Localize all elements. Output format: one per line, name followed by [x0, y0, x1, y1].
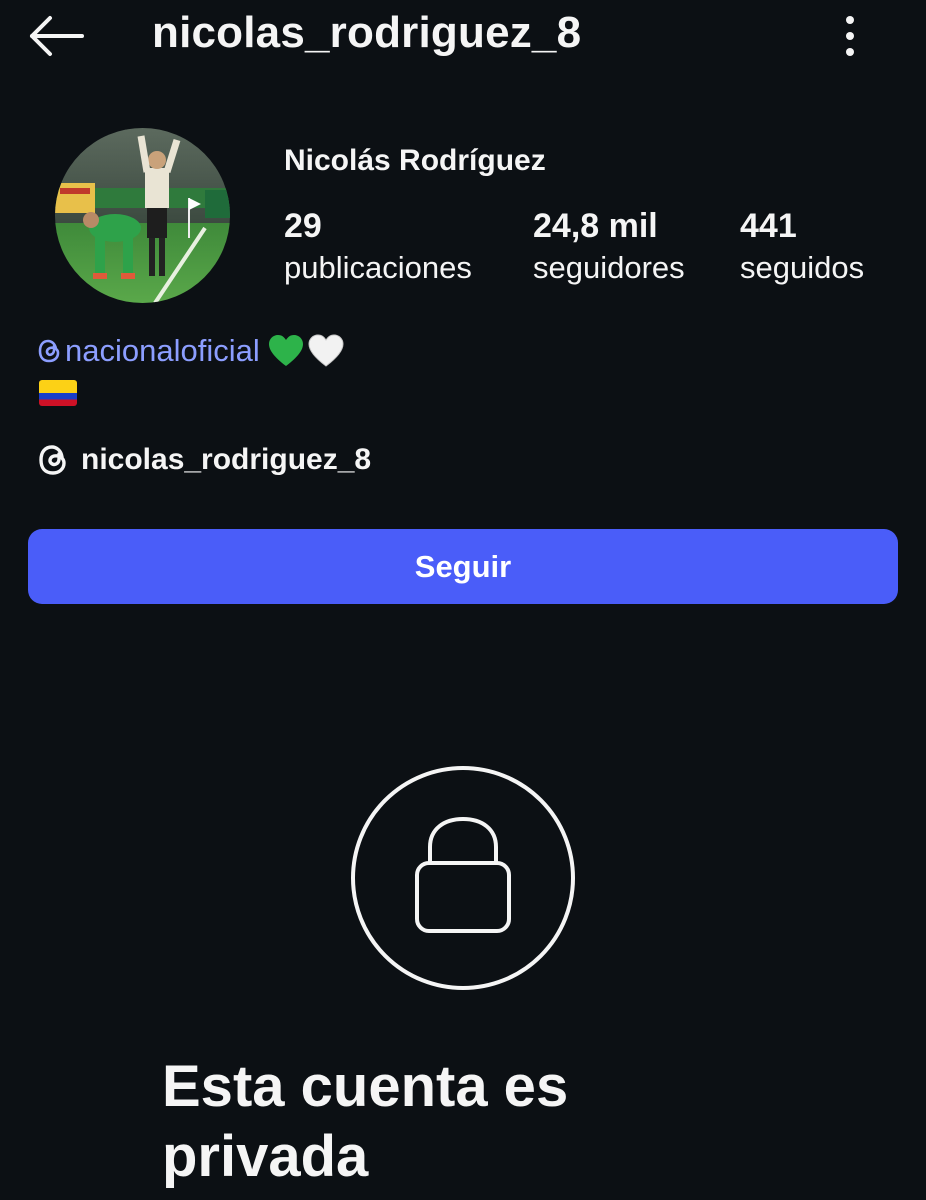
arrow-left-icon	[30, 16, 84, 56]
threads-profile-link[interactable]: nicolas_rodriguez_8	[37, 442, 371, 478]
stat-followers-label: seguidores	[533, 250, 685, 285]
bio-mention-link[interactable]: nacionaloficial	[37, 333, 260, 369]
back-button[interactable]	[26, 12, 86, 60]
stat-posts-count: 29	[284, 207, 322, 245]
stat-following[interactable]: 441 seguidos	[740, 206, 864, 290]
threads-handle: nicolas_rodriguez_8	[81, 443, 372, 476]
bio: nacionaloficial	[37, 333, 344, 369]
bio-mention-text: nacionaloficial	[65, 333, 260, 368]
more-options-button[interactable]	[830, 12, 870, 60]
lock-icon	[351, 766, 575, 990]
white-heart-icon	[308, 334, 344, 367]
threads-mention-icon	[38, 339, 60, 363]
threads-icon	[39, 445, 66, 475]
stat-posts[interactable]: 29 publicaciones	[284, 206, 472, 290]
colombia-flag-icon	[39, 380, 77, 406]
page-title: nicolas_rodriguez_8	[152, 8, 582, 57]
stat-posts-label: publicaciones	[284, 250, 472, 285]
profile-photo	[55, 128, 230, 303]
private-account-message: Esta cuenta es privada	[162, 1054, 569, 1189]
private-lock	[350, 765, 576, 991]
avatar[interactable]	[55, 128, 230, 303]
stat-followers-count: 24,8 mil	[533, 207, 658, 245]
stat-following-count: 441	[740, 207, 797, 245]
profile-page: nicolas_rodriguez_8 Nicolás Rodríguez 29…	[0, 0, 926, 1200]
profile-full-name: Nicolás Rodríguez	[284, 144, 546, 177]
stat-followers[interactable]: 24,8 mil seguidores	[533, 206, 685, 290]
green-heart-icon	[268, 335, 303, 366]
follow-button[interactable]: Seguir	[28, 529, 898, 604]
more-vertical-icon	[846, 16, 854, 56]
bio-emojis	[268, 334, 344, 368]
stat-following-label: seguidos	[740, 250, 865, 285]
